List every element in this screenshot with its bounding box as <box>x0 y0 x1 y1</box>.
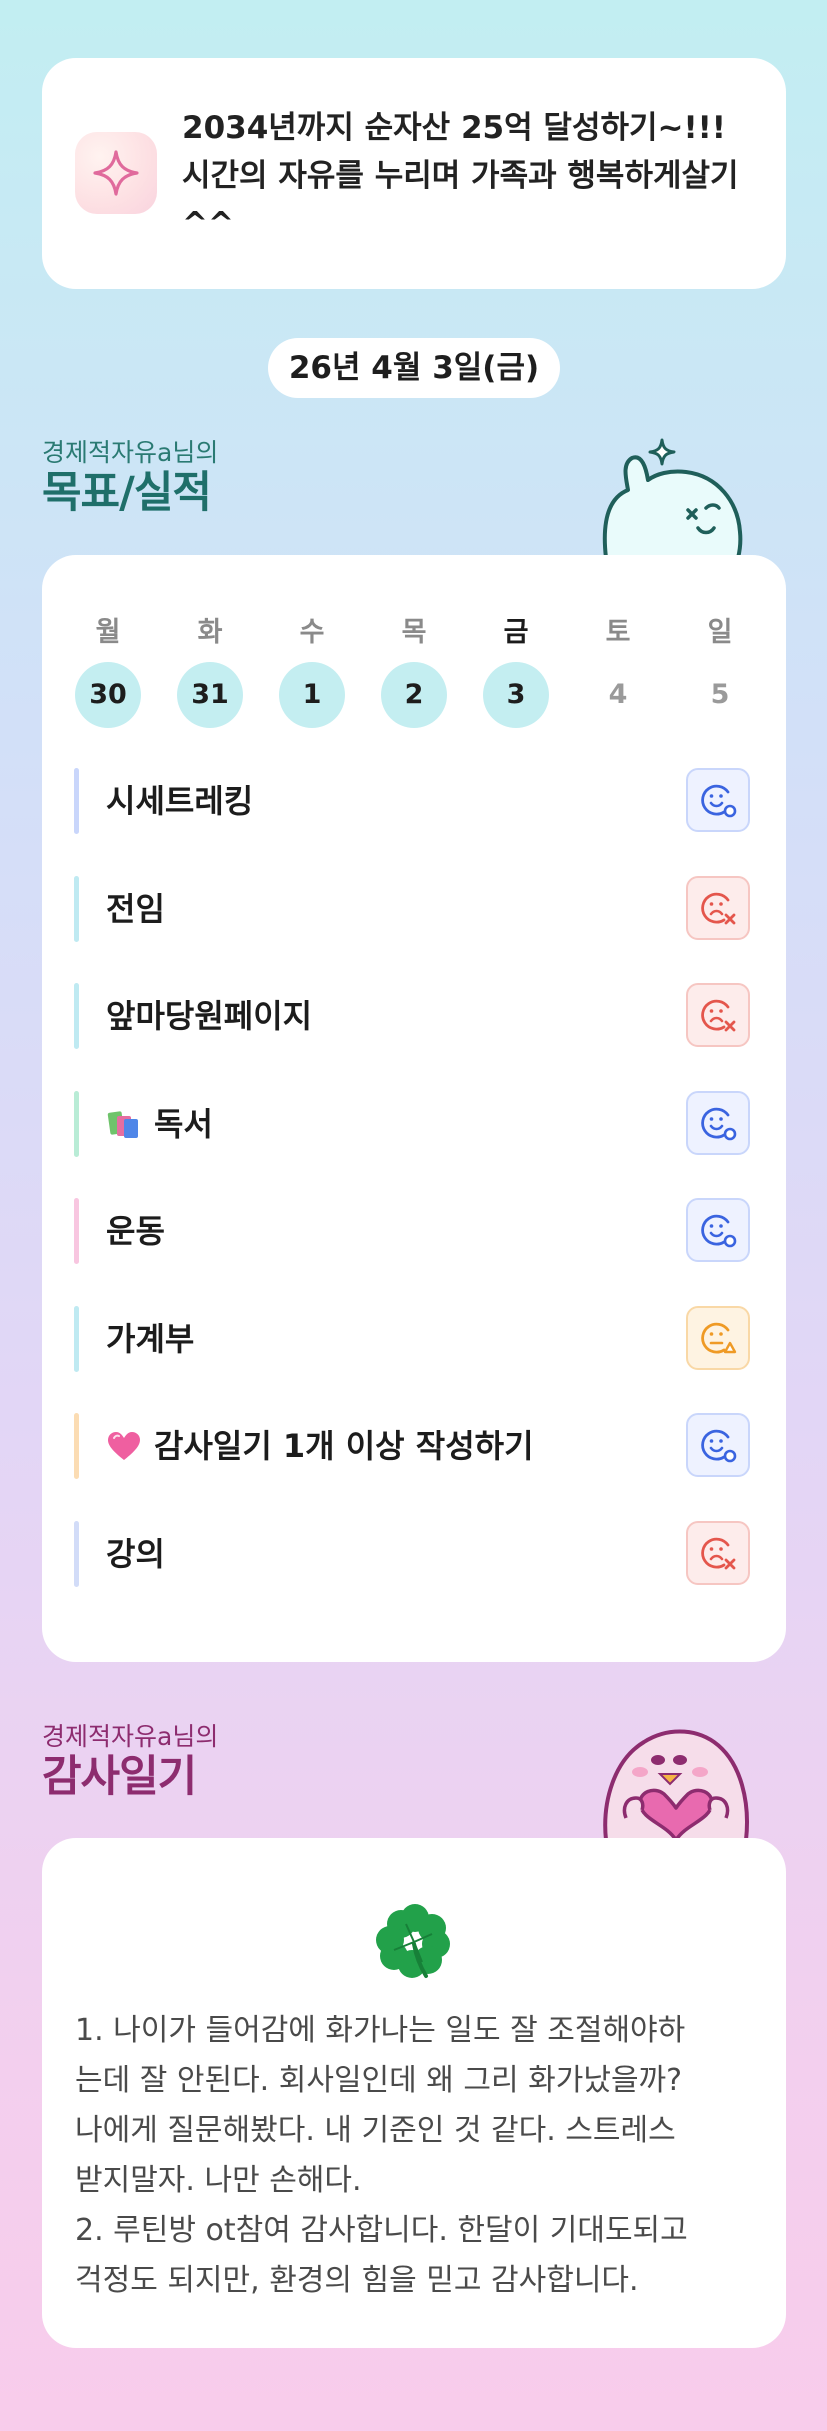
status-partial-icon[interactable] <box>686 1305 750 1370</box>
weekday-label: 금 <box>503 617 529 648</box>
habit-label: 가계부 <box>106 1319 195 1358</box>
diary-text: 1. 나이가 들어감에 화가나는 일도 잘 조절해야하 는데 잘 안된다. 회사… <box>75 2006 765 2306</box>
habit-accent-bar <box>74 1413 79 1479</box>
habit-label: 독서 <box>154 1104 213 1143</box>
habit-label-wrap: 앞마당원페이지 <box>106 983 312 1049</box>
goal-text: 2034년까지 순자산 25억 달성하기~!!! 시간의 자유를 누리며 가족과… <box>182 110 739 242</box>
mascot-waving-illustration <box>602 438 743 558</box>
status-done-icon[interactable] <box>686 1413 750 1477</box>
day-5-button[interactable]: 5 <box>687 662 753 728</box>
weekday-label: 일 <box>707 617 733 648</box>
habit-accent-bar <box>74 1520 79 1587</box>
habit-label-wrap: 전임 <box>106 876 165 942</box>
habit-accent-bar <box>74 1198 79 1264</box>
diary-card[interactable]: 1. 나이가 들어감에 화가나는 일도 잘 조절해야하 는데 잘 안된다. 회사… <box>42 1838 786 2348</box>
habit-label: 운동 <box>106 1212 165 1250</box>
status-done-icon[interactable] <box>686 768 750 832</box>
diary-line: 1. 나이가 들어감에 화가나는 일도 잘 조절해야하 <box>75 2013 686 2048</box>
goals-subtitle: 경제적자유a님의 <box>42 438 219 467</box>
goal-card[interactable]: 2034년까지 순자산 25억 달성하기~!!! 시간의 자유를 누리며 가족과… <box>42 58 786 289</box>
habits-card: 월 30 화 31 수 1 목 2 금 3 토 4 일 5 시세트레킹전임앞마당원페이지독서운동가계부감사… <box>42 555 786 1662</box>
books-icon <box>106 1108 142 1140</box>
day-1-button[interactable]: 1 <box>279 662 345 728</box>
status-failed-icon[interactable] <box>686 983 750 1047</box>
habit-label-wrap: 독서 <box>106 1091 213 1157</box>
habit-row[interactable]: 감사일기 1개 이상 작성하기 <box>74 1413 750 1479</box>
mascot-heart-illustration <box>603 1729 749 1840</box>
goals-heading: 경제적자유a님의 목표/실적 <box>42 438 218 518</box>
habit-label-wrap: 가계부 <box>106 1306 194 1372</box>
goals-title: 목표/실적 <box>42 468 212 518</box>
habit-row[interactable]: 강의 <box>74 1520 750 1587</box>
weekday-label: 화 <box>197 617 223 648</box>
habit-row[interactable]: 독서 <box>74 1090 750 1157</box>
diary-title: 감사일기 <box>42 1752 197 1802</box>
habit-label-wrap: 운동 <box>106 1198 165 1264</box>
weekday-label: 토 <box>605 617 631 648</box>
habit-accent-bar <box>74 1090 79 1157</box>
habit-label-wrap: 강의 <box>106 1521 165 1587</box>
weekday-label: 월 <box>95 617 121 648</box>
weekday-label: 수 <box>299 617 325 648</box>
habit-label: 전임 <box>106 889 165 928</box>
habit-accent-bar <box>74 1305 79 1372</box>
day-4-button[interactable]: 4 <box>585 662 651 728</box>
diary-line: 2. 루틴방 ot참여 감사합니다. 한달이 기대도되고 <box>75 2213 688 2248</box>
diary-subtitle: 경제적자유a님의 <box>42 1722 219 1751</box>
habit-label-wrap: 시세트레킹 <box>106 768 253 834</box>
status-done-icon[interactable] <box>686 1198 750 1262</box>
diary-line: 는데 잘 안된다. 회사일인데 왜 그리 화가났을까? <box>75 2063 683 2098</box>
habit-label: 감사일기 1개 이상 작성하기 <box>154 1427 534 1465</box>
status-done-icon[interactable] <box>686 1090 750 1155</box>
habit-accent-bar <box>74 983 79 1049</box>
status-failed-icon[interactable] <box>686 1520 750 1585</box>
habit-row[interactable]: 앞마당원페이지 <box>74 983 750 1049</box>
habit-accent-bar <box>74 768 79 834</box>
habit-row[interactable]: 시세트레킹 <box>74 768 750 834</box>
diary-heading: 경제적자유a님의 감사일기 <box>42 1722 218 1802</box>
sparkle-icon <box>75 132 157 214</box>
habit-row[interactable]: 전임 <box>74 875 750 942</box>
habit-row[interactable]: 운동 <box>74 1198 750 1264</box>
clover-icon <box>376 1904 450 1978</box>
heart-icon <box>106 1430 142 1462</box>
day-30-button[interactable]: 30 <box>75 662 141 728</box>
diary-line: 받지말자. 나만 손해다. <box>75 2163 362 2198</box>
habit-label-wrap: 감사일기 1개 이상 작성하기 <box>106 1413 534 1479</box>
habit-row[interactable]: 가계부 <box>74 1305 750 1372</box>
habit-label: 앞마당원페이지 <box>106 997 313 1035</box>
status-failed-icon[interactable] <box>686 875 750 940</box>
weekday-label: 목 <box>401 617 427 648</box>
diary-line: 걱정도 되지만, 환경의 힘을 믿고 감사합니다. <box>75 2263 639 2298</box>
habit-accent-bar <box>74 875 79 942</box>
day-31-button[interactable]: 31 <box>177 662 243 728</box>
day-2-button[interactable]: 2 <box>381 662 447 728</box>
habit-label: 시세트레킹 <box>106 782 254 820</box>
habit-label: 강의 <box>106 1534 165 1573</box>
day-3-button[interactable]: 3 <box>483 662 549 728</box>
date-pill[interactable]: 26년 4월 3일(금) <box>268 338 560 398</box>
diary-line: 나에게 질문해봤다. 내 기준인 것 같다. 스트레스 <box>75 2113 676 2148</box>
